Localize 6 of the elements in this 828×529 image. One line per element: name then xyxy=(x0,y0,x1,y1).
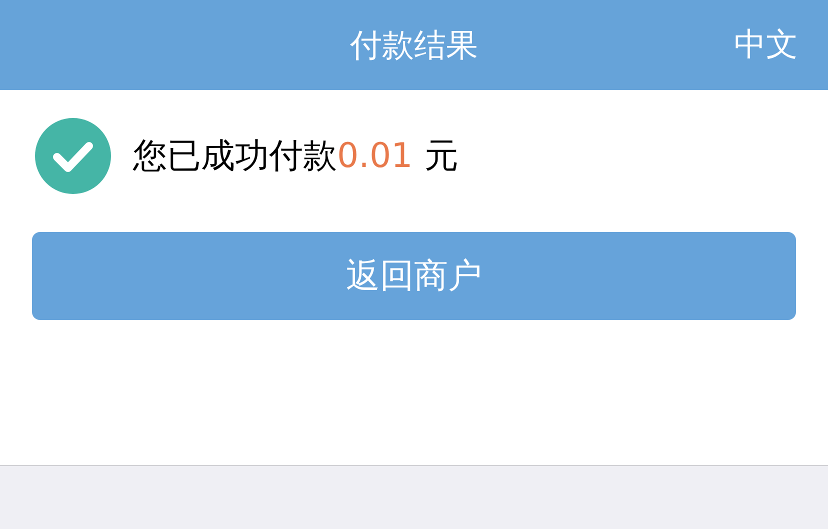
language-button[interactable]: 中文 xyxy=(734,24,798,64)
page-title: 付款结果 xyxy=(350,25,478,66)
message-text: 您已成功付款 xyxy=(133,134,337,178)
return-merchant-button[interactable]: 返回商户 xyxy=(32,232,796,320)
currency-text: 元 xyxy=(424,134,459,178)
amount-text: 0.01 xyxy=(337,134,413,178)
